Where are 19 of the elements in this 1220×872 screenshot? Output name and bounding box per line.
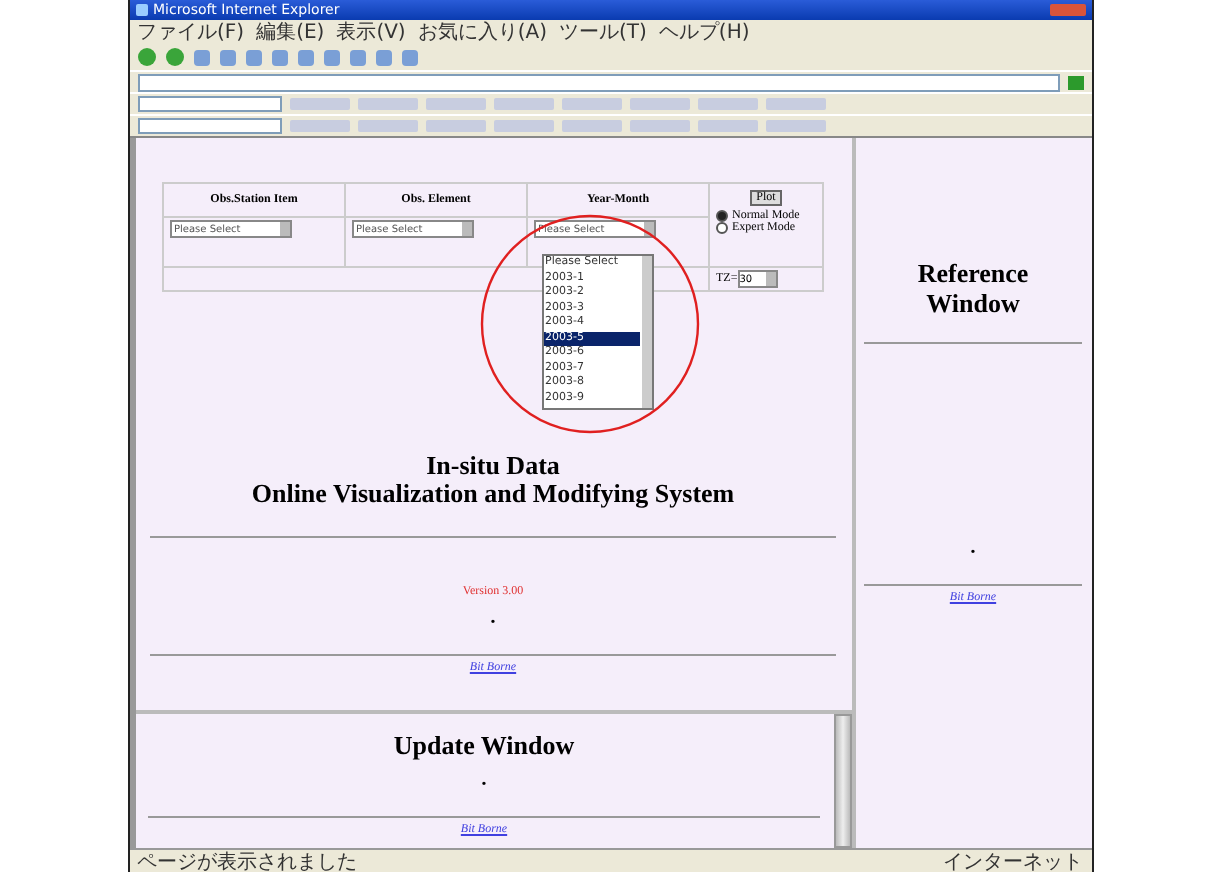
menu-item[interactable]: 編集(E) xyxy=(256,18,325,46)
menu-item[interactable]: 表示(V) xyxy=(336,18,406,46)
scrollbar[interactable] xyxy=(833,714,851,848)
radio-button[interactable] xyxy=(716,222,728,234)
frame-title: Reference Window xyxy=(917,258,1029,318)
search-field[interactable] xyxy=(137,118,281,134)
search-field[interactable] xyxy=(137,96,281,112)
menu-item[interactable]: ファイル(F) xyxy=(137,18,245,46)
page-title: In-situ Data Online Visualization and Modifying System xyxy=(251,452,735,508)
menu-item[interactable]: お気に入り(A) xyxy=(417,18,547,46)
frame-title: Update Window xyxy=(393,730,575,760)
radio-button[interactable] xyxy=(716,210,728,222)
address-field[interactable] xyxy=(137,73,1059,91)
status-zone: インターネット xyxy=(943,849,1083,872)
menu-item[interactable]: ツール(T) xyxy=(559,18,647,46)
menu-item[interactable]: ヘルプ(H) xyxy=(658,18,750,46)
browser-icon xyxy=(135,4,147,16)
scrollbar[interactable] xyxy=(641,256,651,408)
status-text: ページが表示されました xyxy=(137,849,357,872)
